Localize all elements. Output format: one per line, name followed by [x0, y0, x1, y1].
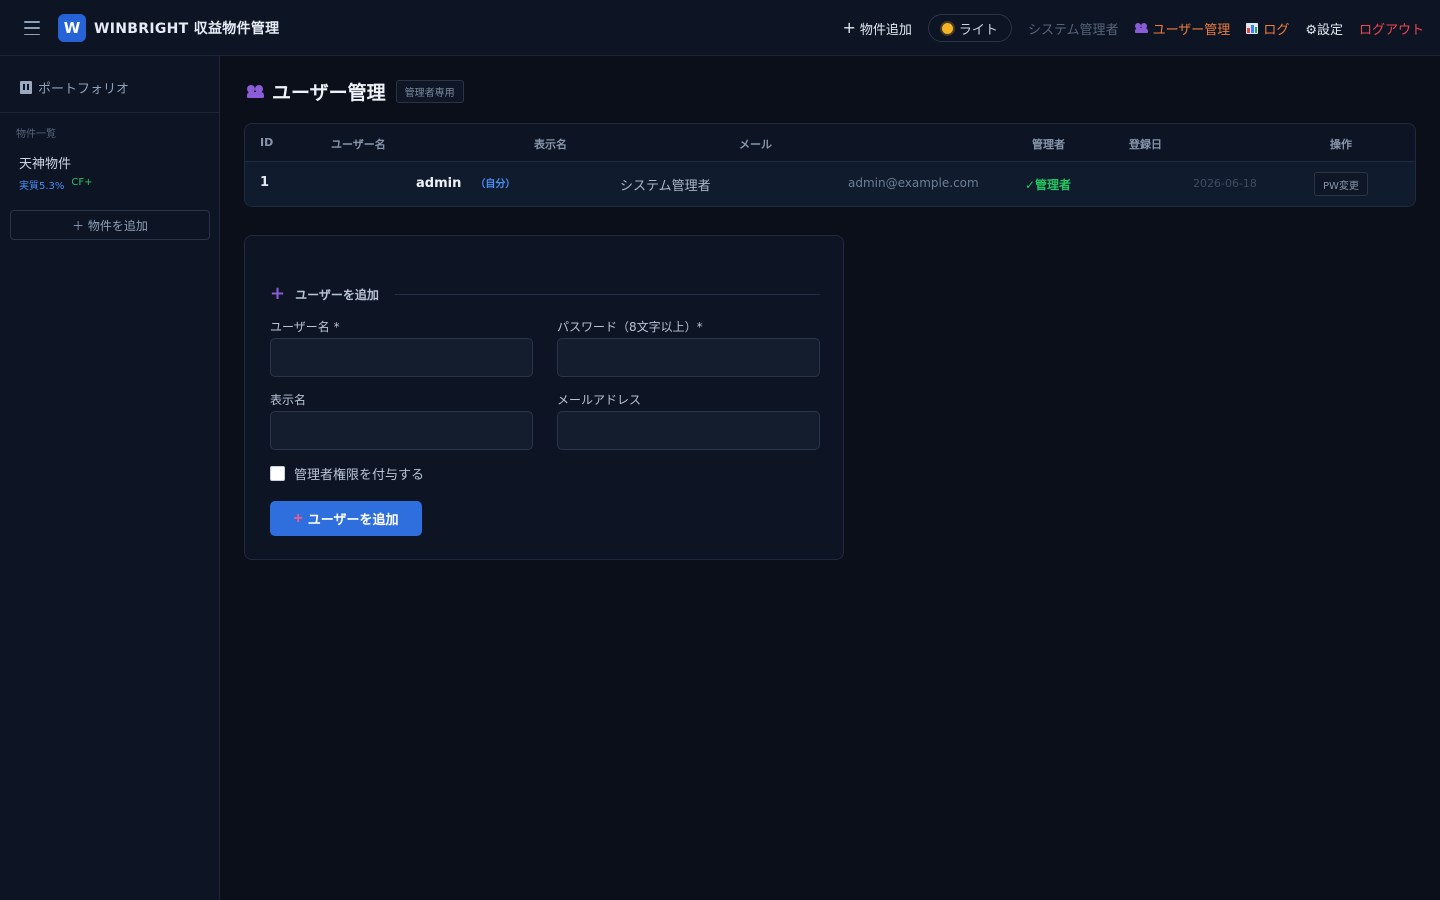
- sidebar-section-title: 物件一覧: [16, 129, 56, 140]
- table-header: ID ユーザー名 表示名 メール 管理者 登録日 操作: [245, 124, 1415, 162]
- nav-user-management[interactable]: ユーザー管理: [1134, 19, 1231, 38]
- cell-username: admin （自分）: [416, 175, 515, 191]
- cell-registered: 2026-06-18: [1193, 177, 1257, 190]
- app-title: WINBRIGHT 収益物件管理: [94, 21, 280, 37]
- building-icon: [20, 81, 32, 94]
- username-label: ユーザー名 *: [270, 320, 340, 334]
- password-input[interactable]: [557, 338, 820, 377]
- app-logo: W: [58, 14, 86, 42]
- top-bar: W WINBRIGHT 収益物件管理 + 物件追加 ライト システム管理者 ユー…: [0, 0, 1440, 56]
- add-property-label: 物件追加: [859, 22, 912, 38]
- theme-label: ライト: [958, 22, 998, 38]
- email-input[interactable]: [557, 411, 820, 450]
- nav-logs[interactable]: ログ: [1246, 19, 1289, 38]
- username-text: admin: [416, 176, 462, 191]
- plus-icon: +: [270, 283, 286, 304]
- sidebar: ポートフォリオ 物件一覧 天神物件 実質5.3% CF+ ＋ 物件を追加: [0, 56, 220, 900]
- page-title: ユーザー管理: [272, 82, 386, 104]
- nav-settings[interactable]: ⚙設定: [1305, 19, 1343, 38]
- page-header: ユーザー管理 管理者専用: [247, 78, 464, 105]
- plus-icon: +: [293, 509, 303, 527]
- add-property-button[interactable]: + 物件追加: [843, 19, 912, 38]
- current-user: システム管理者: [1027, 22, 1119, 38]
- email-label: メールアドレス: [557, 393, 642, 407]
- username-input[interactable]: [270, 338, 533, 377]
- form-heading-divider: [394, 293, 820, 295]
- column-header-display-name: 表示名: [534, 138, 567, 151]
- add-user-form: + ユーザーを追加 ユーザー名 * パスワード（8文字以上）* 表示名 メールア…: [244, 235, 844, 560]
- cell-email: admin@example.com: [848, 176, 979, 190]
- form-heading-text: ユーザーを追加: [295, 287, 379, 302]
- admin-checkbox[interactable]: [270, 466, 285, 481]
- display-name-label: 表示名: [270, 393, 307, 407]
- form-heading: + ユーザーを追加: [270, 283, 820, 304]
- cell-display-name: システム管理者: [620, 179, 711, 194]
- logout-link[interactable]: ログアウト: [1359, 19, 1424, 38]
- sidebar-add-property-button[interactable]: ＋ 物件を追加: [10, 210, 210, 240]
- users-icon: [1134, 23, 1148, 33]
- self-tag: （自分）: [475, 179, 516, 190]
- sidebar-item-portfolio[interactable]: ポートフォリオ: [20, 78, 129, 97]
- change-password-button[interactable]: PW変更: [1314, 172, 1368, 196]
- admin-checkbox-row[interactable]: 管理者権限を付与する: [270, 464, 424, 483]
- users-table: ID ユーザー名 表示名 メール 管理者 登録日 操作 1 admin （自分） …: [244, 123, 1416, 207]
- cell-admin-status: ✓管理者: [1025, 178, 1072, 192]
- sidebar-property-item[interactable]: 天神物件 実質5.3% CF+: [19, 153, 93, 192]
- admin-only-badge: 管理者専用: [395, 80, 464, 103]
- sidebar-portfolio-label: ポートフォリオ: [38, 82, 130, 97]
- add-user-button[interactable]: + ユーザーを追加: [270, 501, 422, 536]
- sidebar-divider: [0, 112, 220, 113]
- column-header-username: ユーザー名: [331, 138, 386, 151]
- property-yield: 実質5.3%: [19, 181, 65, 192]
- column-header-actions: 操作: [1330, 138, 1352, 151]
- header-nav: + 物件追加 ライト システム管理者 ユーザー管理 ログ ⚙設定 ログアウト: [843, 13, 1424, 43]
- property-name: 天神物件: [19, 157, 72, 172]
- theme-toggle-button[interactable]: ライト: [927, 14, 1012, 42]
- users-icon: [247, 85, 264, 98]
- column-header-admin: 管理者: [1032, 138, 1065, 151]
- password-label: パスワード（8文字以上）*: [557, 320, 703, 334]
- display-name-input[interactable]: [270, 411, 533, 450]
- column-header-email: メール: [739, 138, 772, 151]
- column-header-id: ID: [260, 136, 274, 149]
- chart-icon: [1246, 22, 1259, 34]
- column-header-registered: 登録日: [1129, 138, 1162, 151]
- nav-logs-label: ログ: [1263, 22, 1290, 38]
- admin-checkbox-label: 管理者権限を付与する: [294, 468, 425, 483]
- add-user-button-label: ユーザーを追加: [307, 512, 399, 527]
- property-cf: CF+: [71, 177, 93, 188]
- sun-icon: [941, 22, 953, 34]
- cell-id: 1: [260, 175, 270, 190]
- menu-icon[interactable]: [24, 21, 40, 35]
- plus-icon: +: [842, 18, 856, 37]
- nav-user-management-label: ユーザー管理: [1152, 22, 1231, 38]
- table-row: 1 admin （自分） システム管理者 admin@example.com ✓管…: [245, 162, 1415, 206]
